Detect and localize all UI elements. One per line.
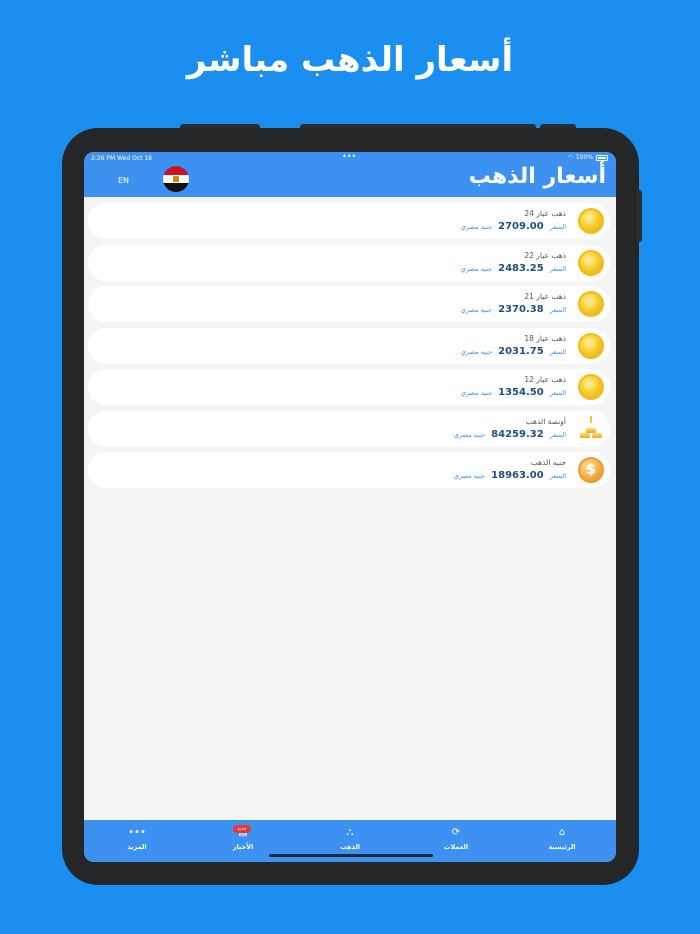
tab-label: الرئيسية [548, 843, 576, 851]
price-value: 1354.50 [498, 387, 544, 398]
wifi-icon: ◠ [567, 154, 573, 161]
currency-label: جنيه مصري [460, 306, 493, 314]
app-header: 2:26 PM Wed Oct 18 ••• ◠ 100% EN أسعار ا… [84, 152, 616, 197]
currency-exchange-icon: ⟳ [451, 827, 461, 838]
price-value: 18963.00 [491, 470, 544, 481]
gold-coin-icon [578, 332, 604, 359]
list-item[interactable]: ذهب عيار 24 السعر 2709.00 جنيه مصري [88, 203, 610, 239]
currency-label: جنيه مصري [460, 264, 493, 273]
price-value: 2709.00 [498, 221, 544, 232]
tab-label: الذهب [340, 843, 360, 851]
new-badge: جديد [233, 825, 251, 833]
language-button[interactable]: EN [118, 176, 129, 185]
multitask-dots-icon: ••• [342, 152, 357, 161]
currency-label: جنيه مصري [460, 347, 493, 356]
app-screen: 2:26 PM Wed Oct 18 ••• ◠ 100% EN أسعار ا… [84, 152, 616, 862]
gold-coin-icon [578, 291, 604, 317]
price-value: 2483.25 [498, 262, 544, 274]
device-side-button [637, 190, 642, 242]
item-name: ذهب عيار 22 [524, 250, 566, 260]
gold-coin-icon [578, 374, 604, 400]
list-item[interactable]: ذهب عيار 18 السعر 2031.75 جنيه مصري [88, 327, 610, 364]
price-label: السعر [549, 430, 566, 439]
list-item[interactable]: أونصة الذهب السعر 84259.32 جنيه مصري [88, 410, 610, 447]
price-label: السعر [549, 264, 566, 273]
tab-label: العملات [443, 843, 469, 851]
gold-icon: ⛬ [346, 827, 354, 838]
list-item[interactable]: $ جنيه الذهب السعر 18963.00 جنيه مصري [88, 452, 610, 488]
currency-label: جنيه مصري [453, 430, 486, 439]
gold-price-list: ذهب عيار 24 السعر 2709.00 جنيه مصري ذهب … [88, 203, 610, 494]
status-right: ◠ 100% [568, 154, 608, 161]
currency-label: جنيه مصري [460, 223, 493, 231]
price-label: السعر [549, 347, 566, 356]
item-name: ذهب عيار 21 [524, 292, 566, 301]
tab-more[interactable]: ••• المزيد [102, 826, 172, 851]
more-dots-icon: ••• [128, 827, 146, 838]
battery-icon [596, 154, 608, 161]
gold-pound-icon: $ [578, 457, 604, 483]
tab-gold[interactable]: ⛬ الذهب [315, 826, 385, 851]
list-item[interactable]: ذهب عيار 12 السعر 1354.50 جنيه مصري [88, 369, 610, 405]
tab-label: الأخبار [232, 843, 254, 851]
price-label: السعر [549, 472, 566, 480]
item-name: أونصة الذهب [525, 416, 566, 426]
gold-coin-icon [578, 249, 604, 276]
item-name: ذهب عيار 24 [524, 209, 566, 218]
list-item[interactable]: ذهب عيار 21 السعر 2370.38 جنيه مصري [88, 286, 610, 322]
tab-bar: ••• المزيد ▤ جديد الأخبار ⛬ الذهب ⟳ العم… [84, 820, 616, 862]
page-title: أسعار الذهب [468, 164, 606, 189]
price-label: السعر [549, 306, 566, 314]
gold-bars-icon [578, 415, 604, 442]
gold-coin-icon [578, 208, 604, 234]
price-label: السعر [549, 223, 566, 231]
battery-percent: 100% [575, 154, 593, 161]
currency-label: جنيه مصري [453, 472, 486, 480]
list-item[interactable]: ذهب عيار 22 السعر 2483.25 جنيه مصري [88, 244, 610, 281]
status-time: 2:26 PM Wed Oct 18 [91, 155, 152, 162]
item-name: ذهب عيار 18 [524, 333, 566, 343]
item-name: جنيه الذهب [530, 458, 566, 467]
tab-label: المزيد [127, 843, 147, 851]
promo-title: أسعار الذهب مباشر [186, 40, 514, 80]
price-label: السعر [549, 389, 566, 397]
price-value: 2031.75 [498, 345, 544, 357]
tab-currencies[interactable]: ⟳ العملات [421, 826, 491, 851]
home-indicator[interactable] [269, 854, 433, 857]
tab-home[interactable]: ⌂ الرئيسية [527, 826, 597, 851]
price-value: 2370.38 [498, 304, 544, 315]
egypt-flag-icon[interactable] [163, 166, 189, 192]
price-value: 84259.32 [491, 428, 544, 440]
item-name: ذهب عيار 12 [524, 375, 566, 384]
currency-label: جنيه مصري [460, 389, 493, 397]
tab-news[interactable]: ▤ جديد الأخبار [208, 825, 278, 851]
home-icon: ⌂ [558, 827, 566, 838]
